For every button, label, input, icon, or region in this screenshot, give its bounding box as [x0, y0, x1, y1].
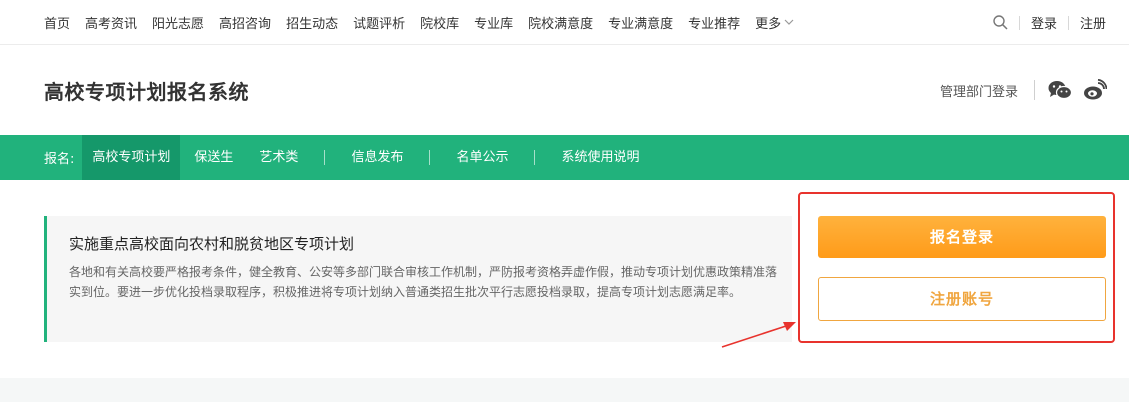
nav-link-consult[interactable]: 高招咨询: [219, 13, 271, 32]
signup-login-button[interactable]: 报名登录: [818, 216, 1106, 258]
login-link[interactable]: 登录: [1031, 13, 1057, 32]
tab-info-release[interactable]: 信息发布: [341, 135, 413, 180]
top-nav: 首页 高考资讯 阳光志愿 高招咨询 招生动态 试题评析 院校库 专业库 院校满意…: [0, 0, 1129, 45]
tab-system-guide[interactable]: 系统使用说明: [551, 135, 649, 180]
divider: [534, 150, 536, 165]
category-label: 报名:: [44, 152, 75, 167]
nav-more-dropdown[interactable]: 更多: [755, 13, 794, 32]
chevron-down-icon: [784, 19, 794, 25]
nav-link-major-recommend[interactable]: 专业推荐: [688, 13, 740, 32]
top-nav-right: 登录 注册: [993, 0, 1106, 45]
nav-link-majors[interactable]: 专业库: [474, 13, 513, 32]
divider: [1034, 80, 1035, 100]
nav-link-news[interactable]: 高考资讯: [85, 13, 137, 32]
category-nav-bar: 报名: 高校专项计划 保送生 艺术类 信息发布 名单公示 系统使用说明: [0, 135, 1129, 180]
weibo-icon[interactable]: [1083, 79, 1107, 101]
nav-link-exam-review[interactable]: 试题评析: [353, 13, 405, 32]
nav-more-label: 更多: [755, 17, 782, 32]
nav-link-major-satisfaction[interactable]: 专业满意度: [608, 13, 673, 32]
nav-link-college-satisfaction[interactable]: 院校满意度: [528, 13, 593, 32]
register-link[interactable]: 注册: [1080, 13, 1106, 32]
divider: [429, 150, 431, 165]
search-icon[interactable]: [993, 15, 1008, 30]
nav-link-sunshine[interactable]: 阳光志愿: [152, 13, 204, 32]
divider: [324, 150, 326, 165]
tab-recommended-students[interactable]: 保送生: [184, 135, 243, 180]
wechat-icon[interactable]: [1048, 80, 1072, 100]
tab-special-plan[interactable]: 高校专项计划: [82, 135, 181, 180]
divider: [1018, 15, 1020, 30]
divider: [1067, 15, 1069, 30]
nav-link-home[interactable]: 首页: [44, 13, 70, 32]
page-title: 高校专项计划报名系统: [44, 80, 249, 104]
policy-text: 各地和有关高校要严格报考条件，健全教育、公安等多部门联合审核工作机制，严防报考资…: [69, 265, 778, 299]
top-nav-links: 首页 高考资讯 阳光志愿 高招咨询 招生动态 试题评析 院校库 专业库 院校满意…: [44, 0, 809, 45]
site-header: 高校专项计划报名系统 管理部门登录: [0, 46, 1129, 135]
tab-arts[interactable]: 艺术类: [249, 135, 308, 180]
annotation-arrow-icon: [721, 322, 796, 348]
tab-list-publicity[interactable]: 名单公示: [446, 135, 518, 180]
register-account-button[interactable]: 注册账号: [818, 277, 1106, 321]
policy-info-box: 实施重点高校面向农村和脱贫地区专项计划 各地和有关高校要严格报考条件，健全教育、…: [44, 216, 792, 342]
nav-link-colleges[interactable]: 院校库: [420, 13, 459, 32]
admin-login-link[interactable]: 管理部门登录: [940, 81, 1018, 100]
policy-heading: 实施重点高校面向农村和脱贫地区专项计划: [69, 235, 355, 253]
category-nav-items: 报名: 高校专项计划 保送生 艺术类 信息发布 名单公示 系统使用说明: [44, 135, 649, 180]
footer-strip: [0, 378, 1129, 402]
nav-link-admission-news[interactable]: 招生动态: [286, 13, 338, 32]
